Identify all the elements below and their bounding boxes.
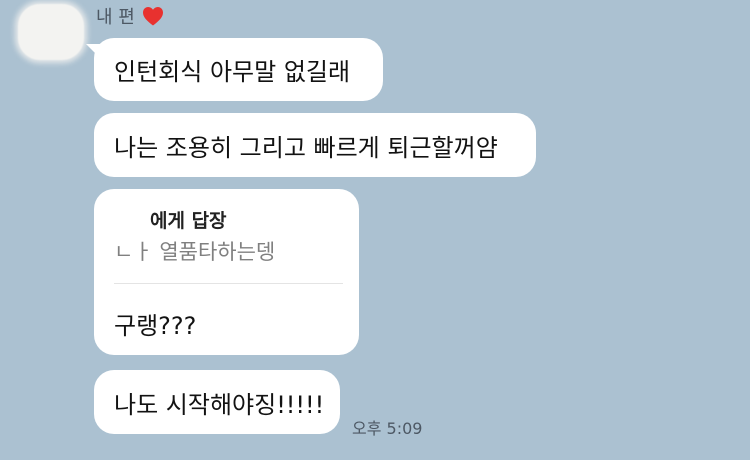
message-text: 구랭???: [114, 312, 197, 340]
message-timestamp: 오후 5:09: [352, 419, 423, 438]
reply-divider: [114, 283, 343, 284]
reply-message-bubble[interactable]: 에게 답장 ㄴㅏ 열품타하는뎅 구랭???: [94, 189, 359, 355]
message-bubble[interactable]: 나는 조용히 그리고 빠르게 퇴근할꺼얌: [94, 113, 536, 177]
reply-target-label: 에게 답장: [150, 210, 227, 232]
message-bubble[interactable]: 인턴회식 아무말 없길래: [94, 38, 383, 101]
reply-quoted-text[interactable]: ㄴㅏ 열품타하는뎅: [114, 236, 275, 266]
heart-icon: [141, 4, 165, 28]
message-text: 나는 조용히 그리고 빠르게 퇴근할꺼얌: [114, 133, 498, 162]
message-bubble[interactable]: 나도 시작해야징!!!!!: [94, 370, 340, 434]
sender-header: 내 편: [96, 3, 165, 29]
message-text: 인턴회식 아무말 없길래: [114, 58, 351, 86]
avatar[interactable]: [18, 4, 84, 60]
sender-name: 내 편: [96, 7, 135, 28]
message-text: 나도 시작해야징!!!!!: [114, 390, 325, 419]
